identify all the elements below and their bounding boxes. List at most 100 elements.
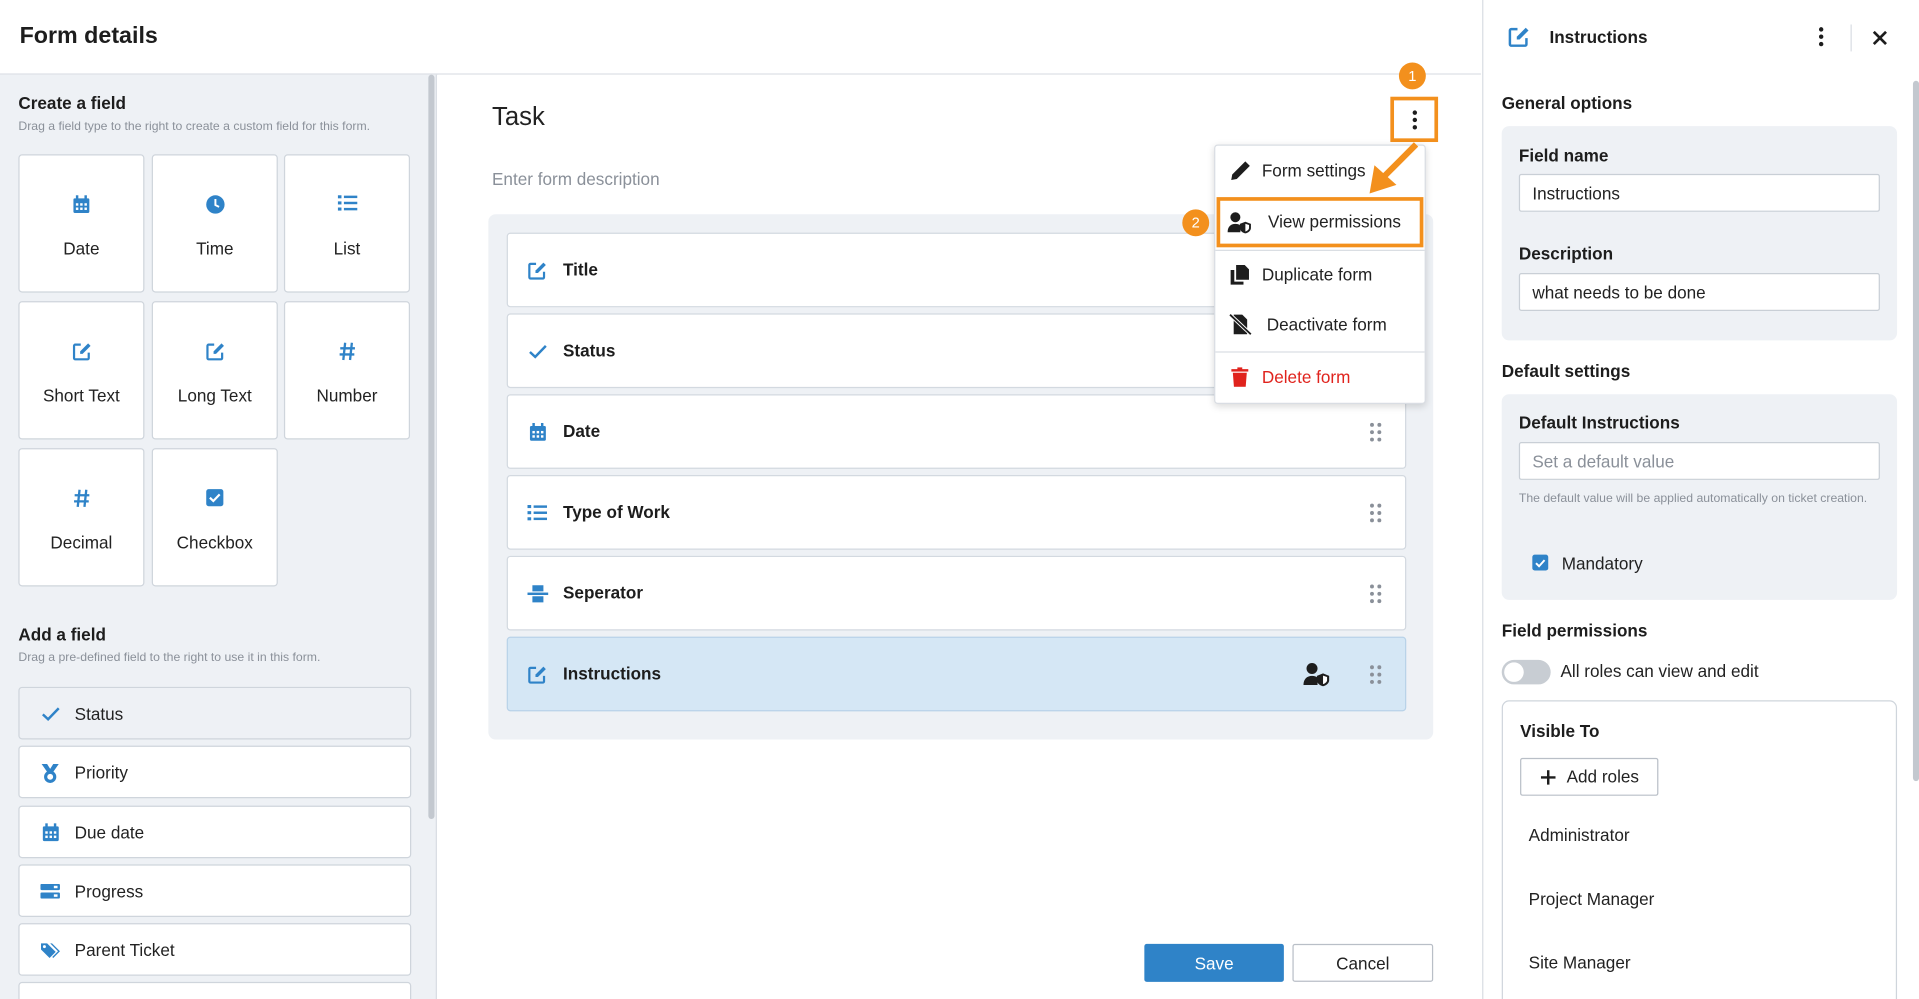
- field-type-number[interactable]: Number: [283, 301, 411, 440]
- field-type-checkbox[interactable]: Checkbox: [151, 448, 278, 587]
- drag-handle-icon[interactable]: [1370, 584, 1382, 604]
- menu-item-label: Form settings: [1261, 160, 1366, 180]
- header-divider: [1850, 24, 1852, 52]
- role-item[interactable]: Administrator: [1529, 825, 1630, 845]
- edit-icon: [526, 260, 548, 282]
- general-options-card: Field name Description: [1501, 126, 1898, 341]
- check-icon: [526, 340, 548, 362]
- drag-handle-icon[interactable]: [1370, 503, 1382, 523]
- general-options-heading: General options: [1501, 93, 1633, 113]
- file-off-icon: [1228, 313, 1252, 336]
- copy-icon: [1228, 263, 1252, 285]
- scrollbar[interactable]: [428, 74, 435, 820]
- cancel-button[interactable]: Cancel: [1292, 943, 1434, 982]
- menu-item-label: Delete form: [1261, 367, 1351, 387]
- predefined-field-label: Status: [74, 703, 124, 724]
- clock-icon: [153, 195, 277, 217]
- role-item[interactable]: Project Manager: [1529, 889, 1655, 909]
- all-roles-label: All roles can view and edit: [1560, 661, 1759, 681]
- edit-icon: [526, 664, 548, 686]
- step-badge-2: 2: [1182, 209, 1210, 237]
- save-button[interactable]: Save: [1144, 943, 1284, 982]
- predefined-field-parent-ticket[interactable]: Parent Ticket: [18, 923, 412, 976]
- field-type-label: Time: [196, 238, 234, 259]
- add-roles-button[interactable]: Add roles: [1520, 757, 1659, 796]
- field-type-time[interactable]: Time: [151, 154, 278, 293]
- separator-icon: [526, 583, 548, 605]
- form-field-instructions[interactable]: Instructions: [506, 636, 1407, 712]
- field-type-decimal[interactable]: Decimal: [18, 448, 145, 587]
- drag-handle-icon[interactable]: [1370, 422, 1382, 442]
- form-editor: Task Enter form description Title Status…: [438, 62, 1481, 999]
- checkbox-icon: [153, 488, 277, 510]
- form-field-seperator[interactable]: Seperator: [506, 555, 1407, 631]
- predefined-field-label: Priority: [74, 762, 128, 783]
- trash-icon: [1228, 366, 1252, 388]
- mandatory-checkbox[interactable]: [1532, 554, 1549, 571]
- drag-handle-icon[interactable]: [1370, 665, 1382, 685]
- field-type-date[interactable]: Date: [18, 154, 145, 293]
- form-menu-button[interactable]: [1390, 96, 1439, 143]
- edit-icon: [1508, 26, 1530, 54]
- field-type-short-text[interactable]: Short Text: [18, 301, 145, 440]
- predefined-field-label: Due date: [74, 822, 145, 843]
- role-item[interactable]: Site Manager: [1529, 953, 1631, 973]
- close-icon[interactable]: [1872, 29, 1888, 51]
- default-value-input[interactable]: [1518, 441, 1880, 480]
- menu-item-label: Deactivate form: [1266, 314, 1387, 335]
- form-field-label: Date: [562, 421, 601, 441]
- field-type-label: Short Text: [42, 385, 120, 406]
- menu-item-duplicate-form[interactable]: Duplicate form: [1215, 250, 1424, 299]
- predefined-field-due-date[interactable]: Due date: [18, 805, 412, 859]
- visible-to-label: Visible To: [1520, 721, 1600, 741]
- add-roles-label: Add roles: [1566, 766, 1639, 787]
- plus-icon: [1540, 770, 1556, 785]
- list-icon: [526, 502, 548, 524]
- predefined-field-priority[interactable]: Priority: [18, 745, 412, 799]
- all-roles-toggle[interactable]: [1501, 659, 1551, 685]
- menu-item-deactivate-form[interactable]: Deactivate form: [1215, 300, 1424, 349]
- field-palette: Create a field Drag a field type to the …: [0, 74, 437, 999]
- page-title: Form details: [19, 23, 158, 49]
- form-field-label: Type of Work: [562, 501, 670, 522]
- field-name-input[interactable]: [1518, 173, 1880, 212]
- default-value-hint: The default value will be applied automa…: [1518, 492, 1868, 506]
- predefined-field-label: Progress: [74, 881, 144, 902]
- edit-icon: [153, 342, 277, 364]
- hash-icon: [285, 342, 409, 364]
- field-type-long-text[interactable]: Long Text: [151, 301, 278, 440]
- form-title[interactable]: Task: [492, 103, 545, 132]
- arrow-icon: [1369, 142, 1419, 194]
- form-field-label: Instructions: [562, 663, 662, 684]
- add-field-title: Add a field: [18, 624, 106, 644]
- description-input[interactable]: [1518, 273, 1880, 311]
- predefined-field-partial[interactable]: [18, 981, 412, 999]
- form-field-date[interactable]: Date: [506, 394, 1407, 469]
- more-options-icon[interactable]: [1818, 27, 1824, 53]
- progress-icon: [39, 880, 61, 902]
- page-header: Form details: [0, 0, 1481, 75]
- step-badge-1: 1: [1398, 62, 1426, 90]
- edit-icon: [20, 342, 144, 364]
- predefined-field-status[interactable]: Status: [18, 686, 412, 740]
- menu-item-delete-form[interactable]: Delete form: [1215, 353, 1424, 402]
- menu-item-view-permissions[interactable]: View permissions: [1216, 197, 1424, 248]
- form-field-label: Title: [562, 259, 598, 280]
- predefined-field-progress[interactable]: Progress: [18, 864, 412, 918]
- user-shield-icon: [1227, 212, 1252, 234]
- panel-title: Instructions: [1549, 26, 1648, 47]
- tags-icon: [39, 939, 61, 961]
- calendar-icon: [20, 195, 144, 217]
- add-field-subtitle: Drag a pre-defined field to the right to…: [18, 651, 321, 665]
- form-description-input[interactable]: Enter form description: [492, 169, 660, 189]
- scrollbar[interactable]: [1912, 80, 1919, 782]
- calendar-icon: [526, 421, 548, 443]
- default-settings-card: Default Instructions The default value w…: [1501, 394, 1898, 600]
- create-field-title: Create a field: [18, 93, 126, 113]
- field-type-list[interactable]: List: [283, 154, 411, 293]
- kebab-icon: [1412, 109, 1417, 129]
- field-type-label: Decimal: [50, 532, 113, 553]
- user-shield-icon[interactable]: [1303, 662, 1330, 687]
- form-field-type-of-work[interactable]: Type of Work: [506, 475, 1407, 550]
- menu-item-label: Duplicate form: [1261, 264, 1373, 285]
